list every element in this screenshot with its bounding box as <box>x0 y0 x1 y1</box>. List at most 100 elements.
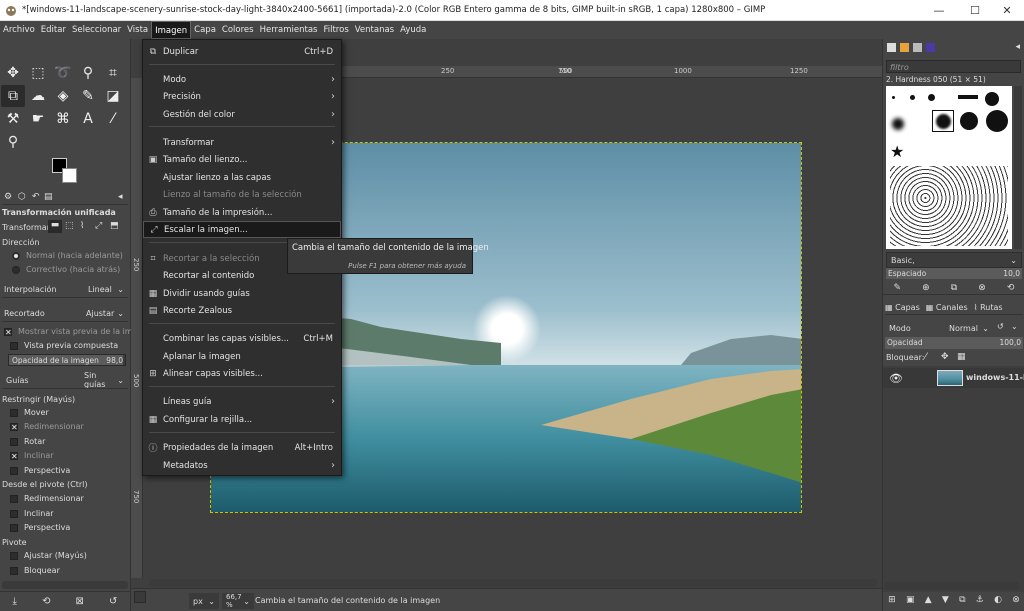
horizontal-scrollbar[interactable] <box>149 579 877 587</box>
menu-item-merge-visible[interactable]: Combinar las capas visibles... Ctrl+M <box>143 330 341 347</box>
menu-imagen[interactable]: Imagen <box>151 21 192 39</box>
unified-transform-tool-icon[interactable]: ⧉ <box>1 85 25 107</box>
mode-options-icon[interactable]: ⌄ <box>1011 322 1018 331</box>
image-opacity-slider[interactable]: Opacidad de la imagen 98,0 <box>8 354 126 366</box>
close-button[interactable]: ✕ <box>990 0 1024 21</box>
color-picker-tool-icon[interactable]: ⁄ <box>101 108 125 130</box>
duplicate-layer-icon[interactable]: ⧉ <box>959 595 965 609</box>
mask-layer-icon[interactable]: ◐ <box>994 595 1002 609</box>
lower-layer-icon[interactable]: ▼ <box>942 595 949 609</box>
maximize-button[interactable]: ☐ <box>958 0 992 21</box>
paths-tool-icon[interactable]: ⌘ <box>51 108 75 130</box>
menu-filtros[interactable]: Filtros <box>320 21 351 39</box>
menu-item-canvas-size[interactable]: ▣ Tamaño del lienzo... <box>143 151 341 168</box>
layers-scrollbar[interactable] <box>885 582 1019 590</box>
constrain-rotate-checkbox[interactable]: Rotar <box>10 437 45 446</box>
scroll-corner-button[interactable] <box>134 591 146 603</box>
constrain-shear-checkbox[interactable]: ✕ Inclinar <box>10 451 54 460</box>
patterns-tab-icon[interactable] <box>900 43 909 52</box>
transform-layer-icon[interactable]: ▬ <box>48 220 62 233</box>
fuzzy-select-tool-icon[interactable]: ⚲ <box>76 62 100 84</box>
menu-colores[interactable]: Colores <box>219 21 257 39</box>
clipping-select[interactable]: Ajustar ⌄ <box>82 305 128 321</box>
save-options-icon[interactable]: ⤓ <box>13 596 17 607</box>
lock-pixels-icon[interactable]: ⁄ <box>925 352 927 362</box>
layer-row[interactable]: 👁 windows-11-la <box>883 368 1024 388</box>
transform-selection-icon[interactable]: ⬚ <box>65 221 74 231</box>
anchor-layer-icon[interactable]: ⚓ <box>976 595 984 609</box>
tab-channels[interactable]: ▦ Canales <box>926 303 968 312</box>
refresh-brushes-icon[interactable]: ⟲ <box>1007 283 1015 294</box>
pivot-snap-checkbox[interactable]: Ajustar (Mayús) <box>10 551 87 560</box>
pf-scale-checkbox[interactable]: Redimensionar <box>10 494 84 503</box>
eraser-tool-icon[interactable]: ◪ <box>101 85 125 107</box>
transform-image-icon[interactable]: ⤢ <box>95 221 102 231</box>
delete-brush-icon[interactable]: ⊗ <box>978 283 986 294</box>
layer-mode-select[interactable]: Normal ⌄ <box>945 320 993 336</box>
direction-normal-radio[interactable]: Normal (hacia adelante) <box>12 251 123 260</box>
menu-vista[interactable]: Vista <box>124 21 151 39</box>
images-tab-icon[interactable]: ▤ <box>44 192 53 202</box>
constrain-move-checkbox[interactable]: Mover <box>10 408 49 417</box>
device-status-tab-icon[interactable]: ⬡ <box>18 192 26 202</box>
menu-ayuda[interactable]: Ayuda <box>397 21 429 39</box>
unit-select[interactable]: px ⌄ <box>189 593 219 609</box>
tab-paths[interactable]: ⌇ Rutas <box>974 303 1003 312</box>
menu-item-duplicate[interactable]: ⧉ Duplicar Ctrl+D <box>143 43 341 60</box>
menu-herramientas[interactable]: Herramientas <box>257 21 321 39</box>
interpolation-select[interactable]: Lineal ⌄ <box>84 281 128 297</box>
brush-set-select[interactable]: Basic, ⌄ <box>886 252 1022 268</box>
menu-item-precision[interactable]: Precisión › <box>143 88 341 105</box>
composited-preview-checkbox[interactable]: Vista previa compuesta <box>10 341 118 350</box>
fonts-tab-icon[interactable] <box>913 43 922 52</box>
minimize-button[interactable]: — <box>922 0 956 21</box>
menu-item-image-properties[interactable]: ⓘ Propiedades de la imagen Alt+Intro <box>143 439 341 456</box>
constrain-scale-checkbox[interactable]: ✕ Redimensionar <box>10 422 84 431</box>
brush-grid[interactable]: ★ <box>886 86 1012 249</box>
dock-menu-icon[interactable]: ◂ <box>1015 42 1020 52</box>
menu-item-guillotine[interactable]: ▦ Dividir usando guías <box>143 285 341 302</box>
new-layer-icon[interactable]: ⊞ <box>888 595 896 609</box>
brush-filter-input[interactable]: filtro <box>886 60 1021 73</box>
rect-select-tool-icon[interactable]: ⬚ <box>26 62 50 84</box>
tool-options-tab-icon[interactable]: ⚙ <box>4 192 12 202</box>
menu-item-guides[interactable]: Líneas guía › <box>143 393 341 410</box>
pivot-lock-checkbox[interactable]: Bloquear <box>10 566 60 575</box>
menu-item-print-size[interactable]: ⎙ Tamaño de la impresión... <box>143 204 341 221</box>
pf-persp-checkbox[interactable]: Perspectiva <box>10 523 70 532</box>
toolbox-scrollbar[interactable] <box>2 581 128 589</box>
restore-options-icon[interactable]: ⟲ <box>42 596 50 607</box>
document-history-tab-icon[interactable] <box>926 43 935 52</box>
delete-layer-icon[interactable]: ⊗ <box>1012 595 1020 609</box>
layer-opacity-slider[interactable]: Opacidad 100,0 <box>885 337 1023 349</box>
menu-ventanas[interactable]: Ventanas <box>352 21 397 39</box>
bucket-fill-tool-icon[interactable]: ◈ <box>51 85 75 107</box>
menu-capa[interactable]: Capa <box>191 21 219 39</box>
new-group-icon[interactable]: ▣ <box>906 595 915 609</box>
menu-item-zealous-crop[interactable]: ▤ Recorte Zealous <box>143 302 341 319</box>
guides-select[interactable]: Sin guías ⌄ <box>80 371 128 389</box>
menu-item-color-management[interactable]: Gestión del color › <box>143 106 341 123</box>
clone-tool-icon[interactable]: ⚒ <box>1 108 25 130</box>
menu-item-mode[interactable]: Modo › <box>143 71 341 88</box>
menu-item-metadata[interactable]: Metadatos › <box>143 457 341 474</box>
mode-reset-icon[interactable]: ↺ <box>997 322 1004 331</box>
transform-path-icon[interactable]: ⌇ <box>80 221 84 231</box>
warp-tool-icon[interactable]: ☁ <box>26 85 50 107</box>
raise-layer-icon[interactable]: ▲ <box>925 595 932 609</box>
zoom-select[interactable]: 66,7 % ⌄ <box>222 593 254 609</box>
menu-item-fit-canvas-layers[interactable]: Ajustar lienzo a las capas <box>143 169 341 186</box>
reset-options-icon[interactable]: ↺ <box>109 596 117 607</box>
menu-item-scale-image[interactable]: ⤢ Escalar la imagen... <box>143 221 341 238</box>
panel-menu-icon[interactable]: ◂ <box>118 192 123 202</box>
lasso-tool-icon[interactable]: ➰ <box>51 62 75 84</box>
transform-image-icon-2[interactable]: ⬒ <box>110 221 119 231</box>
zoom-tool-icon[interactable]: ⚲ <box>1 131 25 153</box>
menu-seleccionar[interactable]: Seleccionar <box>69 21 124 39</box>
brushes-tab-icon[interactable] <box>887 43 896 52</box>
menu-item-transform[interactable]: Transformar › <box>143 134 341 151</box>
lock-position-icon[interactable]: ✥ <box>941 352 949 362</box>
duplicate-brush-icon[interactable]: ⧉ <box>951 283 957 294</box>
undo-history-tab-icon[interactable]: ↶ <box>32 192 40 202</box>
eye-visibility-icon[interactable]: 👁 <box>889 372 903 385</box>
